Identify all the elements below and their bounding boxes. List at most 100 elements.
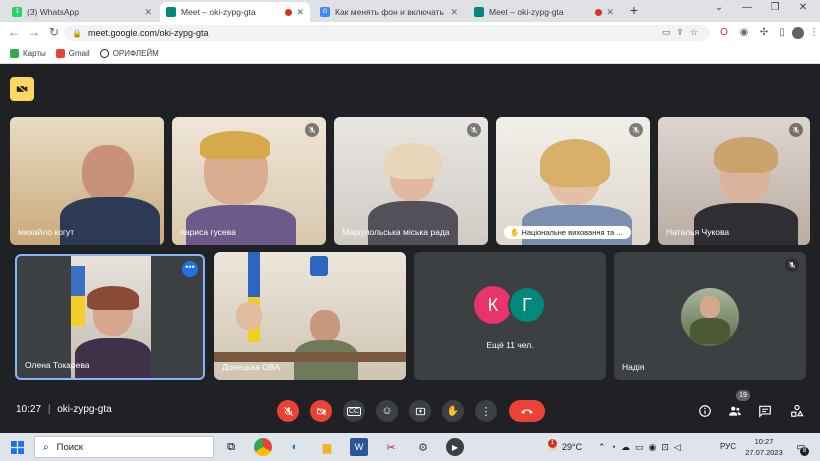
- participant-tile[interactable]: Маріупольська міська рада: [334, 117, 488, 245]
- file-explorer-icon[interactable]: ▆: [318, 438, 336, 456]
- media-player-icon[interactable]: ▶: [446, 438, 464, 456]
- face-shape: [700, 296, 720, 318]
- camera-off-badge[interactable]: [10, 77, 34, 101]
- meet-stage: михайло когут лариса гусева Маріупольськ…: [0, 64, 820, 433]
- forward-button[interactable]: →: [26, 25, 42, 39]
- omnibox-actions[interactable]: ▭⇪☆: [662, 27, 704, 38]
- snipping-tool-icon[interactable]: ✂: [382, 438, 400, 456]
- clock-date: 27.07.2023: [745, 448, 783, 457]
- chrome-icon[interactable]: [254, 438, 272, 456]
- participant-name: Надія: [622, 362, 645, 372]
- avatar: К: [474, 286, 512, 324]
- body-shape: [690, 318, 730, 344]
- desk-shape: [214, 352, 406, 362]
- close-window-button[interactable]: ✕: [790, 2, 816, 13]
- tab-search-icon[interactable]: ⌄: [706, 2, 732, 13]
- avatar: Г: [508, 286, 546, 324]
- hand-icon: ✋: [446, 405, 460, 417]
- restore-button[interactable]: ❐: [762, 2, 788, 13]
- extensions-puzzle-icon[interactable]: ✣: [758, 27, 770, 39]
- system-tray-icons[interactable]: ⌃◔☁▭◉⊡◁: [598, 442, 686, 453]
- body-shape: [60, 197, 160, 245]
- chat-extension-icon[interactable]: ◉: [738, 27, 750, 39]
- people-count-badge: 19: [736, 390, 750, 401]
- tab-title: Meet – oki-zypg-gta: [181, 7, 256, 17]
- taskbar-clock[interactable]: 10:27 27.07.2023: [744, 436, 784, 458]
- clock-time: 10:27: [754, 437, 774, 446]
- close-icon[interactable]: ✕: [144, 7, 152, 18]
- people-button[interactable]: [726, 402, 744, 420]
- side-panel-icon[interactable]: ▯: [776, 27, 788, 39]
- task-view-icon[interactable]: ⧉: [222, 438, 240, 456]
- present-button[interactable]: [409, 400, 431, 422]
- mic-toggle-button[interactable]: [277, 400, 299, 422]
- bookmark-label: Карты: [23, 49, 46, 58]
- back-button[interactable]: ←: [6, 25, 22, 39]
- close-icon[interactable]: ✕: [606, 7, 614, 18]
- close-icon[interactable]: ✕: [296, 7, 304, 18]
- address-bar[interactable]: 🔒 meet.google.com/oki-zypg-gta ▭⇪☆: [64, 25, 710, 41]
- face-shape: [82, 145, 134, 201]
- raise-hand-button[interactable]: ✋: [442, 400, 464, 422]
- participant-tile-active-speaker[interactable]: ••• Олена Токарева: [15, 254, 205, 380]
- mic-off-icon: [789, 123, 803, 137]
- others-tile[interactable]: К Г Ещё 11 чел.: [414, 252, 606, 380]
- opera-extension-icon[interactable]: O: [718, 27, 730, 39]
- participant-name: Маріупольська міська рада: [342, 227, 450, 237]
- menu-kebab-icon[interactable]: ⋮: [808, 27, 820, 39]
- bookmark-oriflame[interactable]: ОРИФЛЕЙМ: [99, 49, 159, 58]
- windows-logo-icon: [10, 440, 24, 454]
- close-icon[interactable]: ✕: [450, 7, 458, 18]
- more-options-icon[interactable]: •••: [182, 261, 198, 277]
- participant-name: Олена Токарева: [25, 360, 90, 370]
- browser-tab-bar: 3 (3) WhatsApp ✕ Meet – oki-zypg-gta ✕ G…: [0, 0, 820, 22]
- taskbar-search-box[interactable]: ⌕ Поиск: [34, 436, 214, 458]
- tab-whatsapp[interactable]: 3 (3) WhatsApp ✕: [6, 2, 158, 22]
- shapes-icon: [791, 404, 804, 417]
- participant-name: Донецька ОВА: [222, 362, 280, 372]
- tab-meet-second[interactable]: Meet – oki-zypg-gta ✕: [468, 2, 620, 22]
- captions-icon: CC: [346, 406, 362, 416]
- participant-tile[interactable]: Надія: [614, 252, 806, 380]
- profile-avatar[interactable]: [792, 27, 804, 39]
- activities-button[interactable]: [788, 402, 806, 420]
- more-options-button[interactable]: ⋮: [475, 400, 497, 422]
- body-shape: [694, 203, 798, 245]
- mic-off-icon: [785, 258, 799, 272]
- new-tab-button[interactable]: +: [626, 2, 642, 18]
- edge-icon[interactable]: ◐: [286, 438, 304, 456]
- participant-tile[interactable]: ✋ Національне виховання та ...: [496, 117, 650, 245]
- start-button[interactable]: [8, 438, 26, 456]
- meeting-details-button[interactable]: [696, 402, 714, 420]
- leave-call-button[interactable]: [509, 400, 545, 422]
- participant-tile[interactable]: Наталья Чукова: [658, 117, 810, 245]
- raised-hand-chip: ✋ Національне виховання та ...: [504, 226, 631, 239]
- flag-shape: [71, 266, 85, 326]
- bookmark-gmail[interactable]: Gmail: [55, 49, 90, 58]
- chat-button[interactable]: [756, 402, 774, 420]
- captions-button[interactable]: CC: [343, 400, 365, 422]
- participant-tile[interactable]: Донецька ОВА: [214, 252, 406, 380]
- participant-name: Наталья Чукова: [666, 227, 730, 237]
- face-shape: [236, 302, 262, 330]
- body-shape: [186, 205, 296, 245]
- meeting-time: 10:27: [16, 404, 42, 415]
- tab-title: (3) WhatsApp: [27, 7, 79, 17]
- input-language[interactable]: РУС: [720, 442, 736, 451]
- participant-name: михайло когут: [18, 227, 75, 237]
- camera-toggle-button[interactable]: [310, 400, 332, 422]
- face-shape: [310, 310, 340, 342]
- participant-tile[interactable]: лариса гусева: [172, 117, 326, 245]
- bookmark-maps[interactable]: Карты: [10, 49, 46, 58]
- hair-shape: [200, 131, 270, 159]
- reload-button[interactable]: ↻: [46, 25, 62, 39]
- reactions-button[interactable]: ☺: [376, 400, 398, 422]
- tab-meet-active[interactable]: Meet – oki-zypg-gta ✕: [160, 2, 310, 22]
- tab-google-search[interactable]: G Как менять фон и включать вид ✕: [314, 2, 464, 22]
- participant-tile[interactable]: михайло когут: [10, 117, 164, 245]
- camera-off-icon: [16, 83, 28, 95]
- minimize-button[interactable]: —: [734, 2, 760, 13]
- word-icon[interactable]: W: [350, 438, 368, 456]
- settings-gear-icon[interactable]: ⚙: [414, 438, 432, 456]
- hair-shape: [540, 139, 610, 187]
